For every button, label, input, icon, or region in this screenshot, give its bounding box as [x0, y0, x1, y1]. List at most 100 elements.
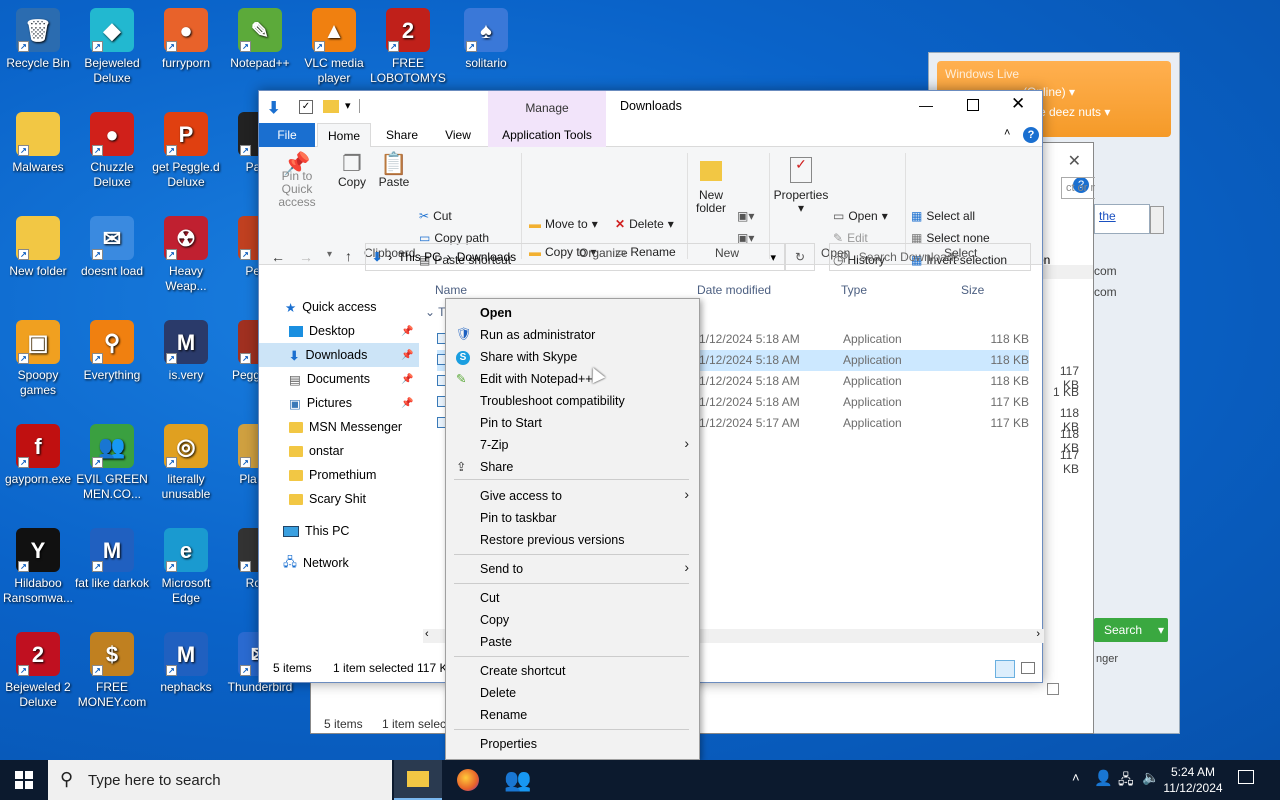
desktop-icon[interactable]: ☢ ↗ Heavy Weap...: [148, 216, 224, 294]
group-header[interactable]: ⌄ T: [425, 305, 446, 319]
copy-button[interactable]: ❐ Copy: [335, 153, 369, 189]
details-view-icon[interactable]: [995, 660, 1015, 678]
msn-link[interactable]: the: [1094, 204, 1150, 234]
network-icon[interactable]: 🖧: [1118, 769, 1134, 793]
collapse-ribbon-icon[interactable]: ˄: [1004, 127, 1010, 139]
qa-dropdown-icon[interactable]: ▾: [345, 99, 351, 112]
nav-network[interactable]: 🖧 Network: [259, 551, 419, 575]
menu-item-delete[interactable]: Delete: [480, 682, 516, 704]
open-button[interactable]: ▭ Open ▾: [833, 209, 888, 223]
menu-item-rename[interactable]: Rename: [480, 704, 527, 726]
new-folder-button[interactable]: New folder: [691, 157, 731, 215]
properties-qa-icon[interactable]: ✓: [299, 100, 313, 114]
forward-arrow-icon[interactable]: →: [299, 249, 313, 265]
desktop-icon[interactable]: M ↗ fat like darkok: [74, 528, 150, 591]
desktop-icon[interactable]: M ↗ nephacks: [148, 632, 224, 695]
desktop-icon[interactable]: M ↗ is.very: [148, 320, 224, 383]
nav-promethium[interactable]: Promethium: [259, 463, 419, 487]
desktop-icon[interactable]: 👥 ↗ EVIL GREEN MEN.CO...: [74, 424, 150, 502]
taskbar-search-box[interactable]: ⚲ Type here to search: [48, 760, 392, 800]
properties-button[interactable]: ✓ Properties ▾: [773, 157, 829, 215]
menu-item-cut[interactable]: Cut: [480, 587, 499, 609]
menu-item-troubleshoot[interactable]: Troubleshoot compatibility: [480, 390, 625, 412]
up-arrow-icon[interactable]: ↑: [345, 248, 352, 264]
menu-item-restore[interactable]: Restore previous versions: [480, 529, 625, 551]
maximize-button[interactable]: [967, 99, 979, 111]
nav-documents[interactable]: ▤ Documents 📌: [259, 367, 419, 391]
back-arrow-icon[interactable]: ←: [271, 249, 285, 265]
close-button[interactable]: ✕: [1011, 94, 1025, 114]
refresh-icon[interactable]: ↻: [785, 243, 815, 271]
nav-desktop[interactable]: Desktop 📌: [259, 319, 419, 343]
notifications-icon[interactable]: [1238, 770, 1254, 784]
desktop-icon[interactable]: Y ↗ Hildaboo Ransomwa...: [0, 528, 76, 606]
pin-quick-access-button[interactable]: 📌 Pin to Quick access: [265, 153, 329, 209]
tab-application-tools[interactable]: Application Tools: [488, 123, 606, 147]
nav-msn-messenger[interactable]: MSN Messenger: [259, 415, 419, 439]
desktop-icon[interactable]: ↗ Malwares: [0, 112, 76, 175]
tray-chevron-icon[interactable]: ˄: [1072, 770, 1080, 785]
delete-button[interactable]: ✕ Delete ▾: [615, 217, 674, 231]
tab-share[interactable]: Share: [379, 123, 425, 147]
volume-icon[interactable]: 🔈: [1142, 769, 1159, 786]
menu-item-skype[interactable]: Share with Skype: [480, 346, 577, 368]
tray-msn-icon[interactable]: 👤: [1094, 769, 1113, 787]
menu-item-notepad[interactable]: Edit with Notepad++: [480, 368, 593, 390]
nav-quick-access[interactable]: ★ Quick access: [259, 295, 419, 319]
menu-item-open[interactable]: Open: [480, 302, 512, 324]
column-date-modified[interactable]: Date modified: [697, 277, 771, 303]
nav-this-pc[interactable]: This PC: [259, 519, 419, 543]
menu-item-create-shortcut[interactable]: Create shortcut: [480, 660, 565, 682]
desktop-icon[interactable]: f ↗ gayporn.exe: [0, 424, 76, 487]
column-type[interactable]: Type: [841, 277, 867, 303]
menu-item-paste[interactable]: Paste: [480, 631, 512, 653]
menu-item-properties[interactable]: Properties: [480, 733, 537, 755]
back-search-input[interactable]: ct or numbe: [1061, 177, 1095, 199]
close-icon[interactable]: ✕: [1068, 151, 1081, 171]
desktop-icon[interactable]: 2 ↗ FREE LOBOTOMYS: [370, 8, 446, 86]
desktop-icon[interactable]: ▲ ↗ VLC media player: [296, 8, 372, 86]
new-folder-qa-icon[interactable]: [323, 100, 339, 113]
clock[interactable]: 5:24 AM 11/12/2024: [1160, 764, 1226, 796]
menu-item-zip[interactable]: 7-Zip: [480, 434, 508, 456]
menu-item-pin-taskbar[interactable]: Pin to taskbar: [480, 507, 556, 529]
start-button[interactable]: [0, 760, 48, 800]
select-all-button[interactable]: ▦ Select all: [911, 209, 975, 223]
desktop-icon[interactable]: e ↗ Microsoft Edge: [148, 528, 224, 606]
nav-pictures[interactable]: ▣ Pictures 📌: [259, 391, 419, 415]
recent-dropdown-icon[interactable]: ▾: [327, 249, 332, 260]
address-bar[interactable]: ⬇ › This PC › Downloads ▾: [365, 243, 785, 271]
minimize-button[interactable]: —: [919, 97, 933, 113]
taskbar-firefox[interactable]: [444, 760, 492, 800]
desktop-icon[interactable]: P ↗ get Peggle.d Deluxe: [148, 112, 224, 190]
desktop-icon[interactable]: $ ↗ FREE MONEY.com: [74, 632, 150, 710]
desktop-icon[interactable]: 2 ↗ Bejeweled 2 Deluxe: [0, 632, 76, 710]
breadcrumb-downloads[interactable]: Downloads: [457, 250, 516, 264]
menu-item-give-access[interactable]: Give access to: [480, 485, 562, 507]
desktop-icon[interactable]: ✉ ↗ doesnt load: [74, 216, 150, 279]
desktop-icon[interactable]: ⚲ ↗ Everything: [74, 320, 150, 383]
column-size[interactable]: Size: [961, 277, 984, 303]
taskbar-msn[interactable]: 👥: [494, 760, 542, 800]
taskbar-file-explorer[interactable]: [394, 760, 442, 800]
large-icons-view-icon[interactable]: [1021, 662, 1035, 674]
desktop-icon[interactable]: ◆ ↗ Bejeweled Deluxe: [74, 8, 150, 86]
tab-file[interactable]: File: [259, 123, 315, 147]
manage-tab-header[interactable]: Manage: [488, 91, 606, 123]
desktop-icon[interactable]: ▣ ↗ Spoopy games: [0, 320, 76, 398]
tab-home[interactable]: Home: [317, 123, 371, 147]
menu-item-share[interactable]: Share: [480, 456, 513, 478]
desktop-icon[interactable]: ◎ ↗ literally unusable: [148, 424, 224, 502]
msn-search-button[interactable]: Search ▾: [1094, 618, 1168, 642]
desktop-icon[interactable]: ✎ ↗ Notepad++: [222, 8, 298, 71]
desktop-icon[interactable]: ♠ ↗ solitario: [448, 8, 524, 71]
cut-button[interactable]: ✂ Cut: [419, 209, 452, 223]
nav-downloads[interactable]: ⬇ Downloads 📌: [259, 343, 419, 367]
search-input[interactable]: ⚲ Search Downloads: [829, 243, 1031, 271]
menu-item-pin-start[interactable]: Pin to Start: [480, 412, 542, 434]
tab-view[interactable]: View: [435, 123, 481, 147]
desktop-icon[interactable]: ● ↗ Chuzzle Deluxe: [74, 112, 150, 190]
nav-onstar[interactable]: onstar: [259, 439, 419, 463]
desktop-icon[interactable]: ↗ New folder: [0, 216, 76, 279]
help-icon[interactable]: ?: [1023, 127, 1039, 143]
